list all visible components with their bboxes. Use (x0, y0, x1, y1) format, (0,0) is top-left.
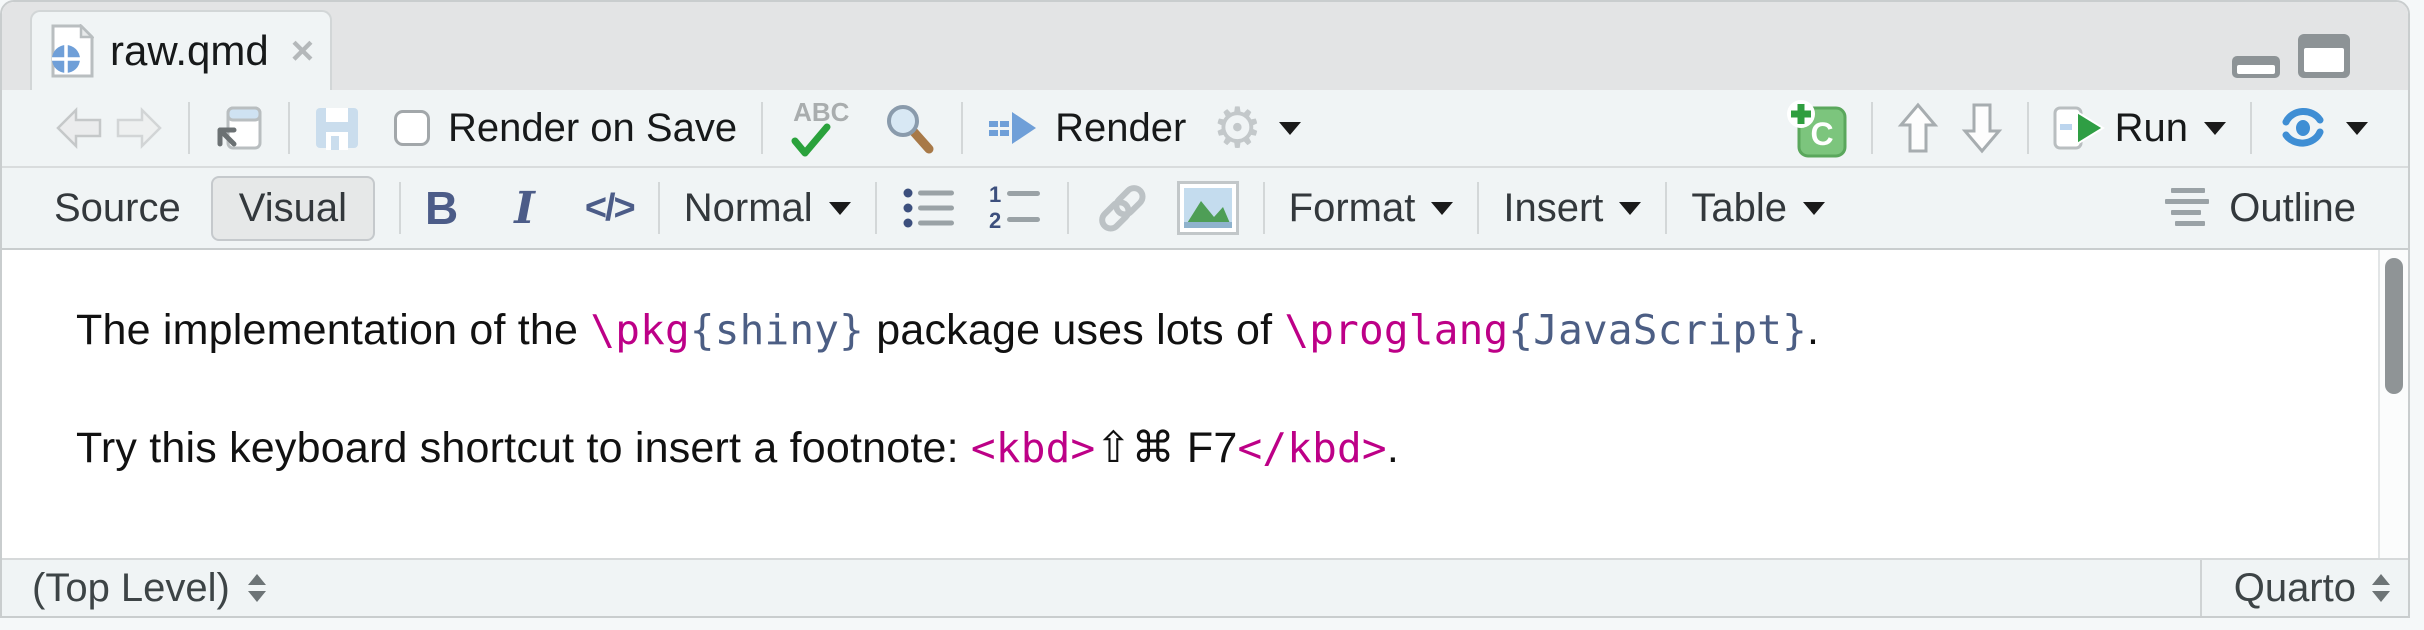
link-icon[interactable] (1093, 180, 1151, 236)
code-button[interactable]: </> (585, 187, 634, 230)
document-body: The implementation of the \pkg{shiny} pa… (2, 250, 2408, 478)
main-toolbar: Render on Save ABC (2, 90, 2408, 168)
format-caret-icon (1431, 202, 1453, 215)
format-menu[interactable]: Format (1289, 186, 1454, 231)
svg-text:1: 1 (989, 184, 1001, 207)
render-on-save-checkbox[interactable] (394, 110, 430, 146)
editor-content[interactable]: The implementation of the \pkg{shiny} pa… (2, 250, 2408, 558)
source-editor-pane: raw.qmd × (0, 0, 2410, 618)
run-icon (2053, 104, 2105, 152)
insert-menu[interactable]: Insert (1503, 186, 1641, 231)
text-run: . (1807, 306, 1819, 354)
paragraph-2: Try this keyboard shortcut to insert a f… (76, 418, 2298, 478)
rerun-caret-icon[interactable] (2346, 122, 2368, 135)
render-button[interactable]: Render (987, 106, 1186, 151)
paragraph-style-caret-icon (829, 202, 851, 215)
keyboard-shortcut: ⇧⌘ F7 (1095, 424, 1237, 472)
table-caret-icon (1803, 202, 1825, 215)
table-menu[interactable]: Table (1691, 186, 1825, 231)
tab-close-icon[interactable]: × (291, 31, 314, 71)
latex-argument: {shiny} (690, 306, 864, 354)
text-run: . (1387, 424, 1399, 472)
svg-text:C: C (1810, 116, 1833, 152)
paragraph-1: The implementation of the \pkg{shiny} pa… (76, 300, 2298, 360)
latex-command: \proglang (1284, 306, 1508, 354)
italic-button[interactable]: I (514, 183, 535, 234)
tab-title: raw.qmd (110, 27, 269, 75)
minimize-pane-icon[interactable] (2232, 56, 2280, 78)
rerun-source-icon[interactable] (2276, 102, 2330, 154)
scrollbar[interactable] (2378, 250, 2408, 558)
insert-caret-icon (1619, 202, 1641, 215)
format-mode-label: Quarto (2234, 566, 2356, 611)
html-tag-open: <kbd> (971, 424, 1095, 472)
open-in-new-window-icon[interactable] (214, 104, 264, 152)
scrollbar-thumb[interactable] (2385, 258, 2403, 394)
format-updown-icon (2370, 572, 2392, 604)
latex-command: \pkg (590, 306, 690, 354)
navigate-down-icon[interactable] (1961, 101, 2003, 155)
scope-label: (Top Level) (32, 566, 230, 611)
tab-raw-qmd[interactable]: raw.qmd × (30, 10, 332, 90)
text-run: package uses lots of (864, 306, 1284, 354)
outline-icon (2161, 186, 2213, 230)
navigate-up-icon[interactable] (1897, 101, 1939, 155)
scope-updown-icon (246, 572, 268, 604)
status-bar: (Top Level) Quarto (2, 558, 2408, 616)
render-icon (987, 106, 1039, 150)
scope-selector[interactable]: (Top Level) (2, 566, 2200, 611)
visual-mode-button[interactable]: Visual (211, 176, 375, 241)
latex-argument: {JavaScript} (1508, 306, 1807, 354)
image-icon[interactable] (1177, 181, 1239, 235)
maximize-pane-icon[interactable] (2298, 34, 2350, 78)
insert-chunk-icon[interactable]: C (1785, 98, 1847, 158)
text-run: The implementation of the (76, 306, 590, 354)
bold-button[interactable]: B (425, 181, 458, 235)
run-caret-icon (2204, 122, 2226, 135)
run-label: Run (2115, 106, 2188, 151)
visual-editor-toolbar: Source Visual B I </> Normal (2, 168, 2408, 250)
render-options-gear-icon[interactable]: ⚙ (1212, 100, 1262, 156)
save-icon[interactable] (314, 106, 360, 150)
quarto-file-icon (50, 24, 94, 78)
render-label: Render (1055, 106, 1186, 151)
run-button[interactable]: Run (2053, 104, 2226, 152)
render-on-save-label: Render on Save (448, 106, 737, 151)
source-mode-button[interactable]: Source (54, 186, 181, 231)
tab-bar: raw.qmd × (2, 2, 2408, 90)
bullet-list-icon[interactable] (901, 184, 957, 232)
window-buttons (2232, 34, 2350, 78)
render-options-caret-icon[interactable] (1279, 122, 1301, 135)
format-mode-selector[interactable]: Quarto (2200, 560, 2408, 616)
rstudio-editor-pane: raw.qmd × (0, 0, 2424, 630)
numbered-list-icon[interactable]: 1 2 (987, 184, 1043, 232)
spellcheck-icon[interactable]: ABC (787, 99, 857, 157)
svg-text:2: 2 (989, 208, 1001, 232)
forward-icon[interactable] (114, 106, 164, 150)
paragraph-style-dropdown[interactable]: Normal (684, 186, 851, 231)
back-icon[interactable] (54, 106, 104, 150)
find-replace-icon[interactable] (883, 101, 937, 155)
outline-toggle[interactable]: Outline (2161, 186, 2356, 231)
text-run: Try this keyboard shortcut to insert a f… (76, 424, 971, 472)
html-tag-close: </kbd> (1238, 424, 1387, 472)
